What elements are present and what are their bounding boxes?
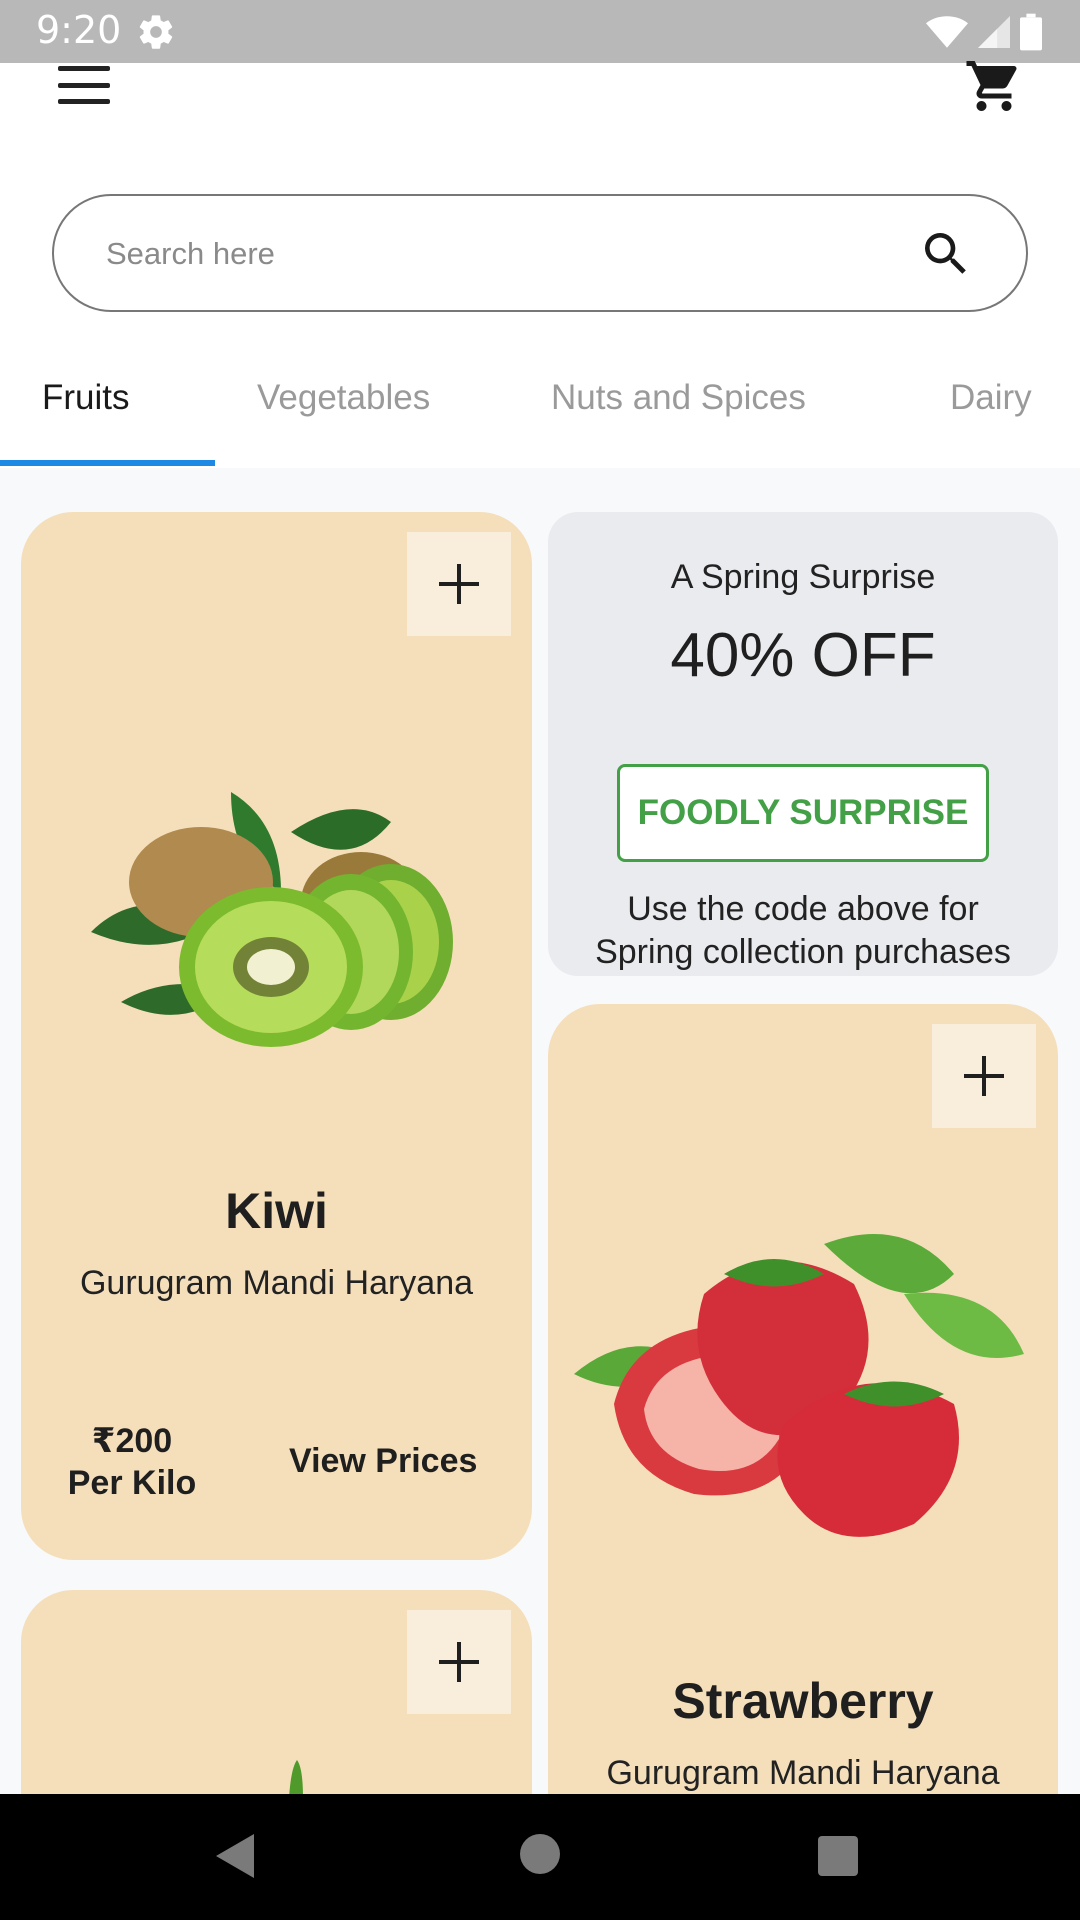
product-image — [289, 1760, 303, 1794]
kiwi-image — [91, 792, 453, 1047]
promo-description-line2: Spring collection purchases — [595, 933, 1011, 971]
price-unit: Per Kilo — [67, 1464, 197, 1502]
menu-icon[interactable] — [56, 62, 112, 108]
home-icon[interactable] — [520, 1834, 560, 1874]
promo-subtitle: A Spring Surprise — [670, 558, 936, 596]
promo-code-button[interactable]: FOODLY SURPRISE — [617, 764, 989, 862]
promo-discount: 40% OFF — [670, 621, 936, 690]
cart-icon[interactable] — [964, 56, 1024, 116]
add-to-cart-button[interactable] — [932, 1024, 1036, 1128]
product-origin: Gurugram Mandi Haryana — [79, 1264, 474, 1302]
battery-icon — [1020, 13, 1042, 51]
view-prices-link[interactable]: View Prices — [289, 1442, 477, 1481]
promo-card: A Spring Surprise 40% OFF FOODLY SURPRIS… — [548, 512, 1058, 976]
tab-indicator — [0, 460, 215, 466]
product-name: Kiwi — [225, 1183, 328, 1239]
search-bar[interactable] — [52, 194, 1028, 312]
price-value: ₹200 — [91, 1422, 173, 1460]
add-to-cart-button[interactable] — [407, 1610, 511, 1714]
settings-gear-icon — [139, 15, 173, 49]
tab-vegetables[interactable]: Vegetables — [257, 378, 430, 418]
product-grid: Kiwi Gurugram Mandi Haryana ₹200 Per Kil… — [0, 468, 1080, 1794]
tab-fruits[interactable]: Fruits — [42, 378, 130, 418]
promo-description-line1: Use the code above for — [627, 890, 979, 928]
search-input[interactable] — [106, 226, 866, 282]
signal-icon — [978, 16, 1010, 48]
status-bar: 9:20 — [0, 0, 1080, 63]
category-tabs: Fruits Vegetables Nuts and Spices Dairy — [0, 360, 1080, 468]
status-icons — [926, 12, 1042, 52]
back-icon[interactable] — [216, 1834, 254, 1878]
promo-description: Use the code above for Spring collection… — [548, 888, 1058, 974]
strawberry-image — [574, 1234, 1024, 1537]
recents-icon[interactable] — [818, 1836, 858, 1876]
status-time: 9:20 — [36, 8, 122, 52]
wifi-icon — [926, 16, 968, 48]
tab-nuts-and-spices[interactable]: Nuts and Spices — [551, 378, 806, 418]
product-card-kiwi[interactable]: Kiwi Gurugram Mandi Haryana ₹200 Per Kil… — [21, 512, 532, 1560]
product-card-strawberry[interactable]: Strawberry Gurugram Mandi Haryana — [548, 1004, 1058, 1794]
product-name: Strawberry — [672, 1673, 934, 1729]
product-origin: Gurugram Mandi Haryana — [606, 1754, 1000, 1792]
tab-dairy[interactable]: Dairy — [950, 378, 1032, 418]
product-price: ₹200 Per Kilo — [57, 1420, 207, 1504]
system-nav-bar — [0, 1794, 1080, 1920]
search-icon[interactable] — [918, 226, 974, 282]
product-card[interactable] — [21, 1590, 532, 1794]
add-to-cart-button[interactable] — [407, 532, 511, 636]
